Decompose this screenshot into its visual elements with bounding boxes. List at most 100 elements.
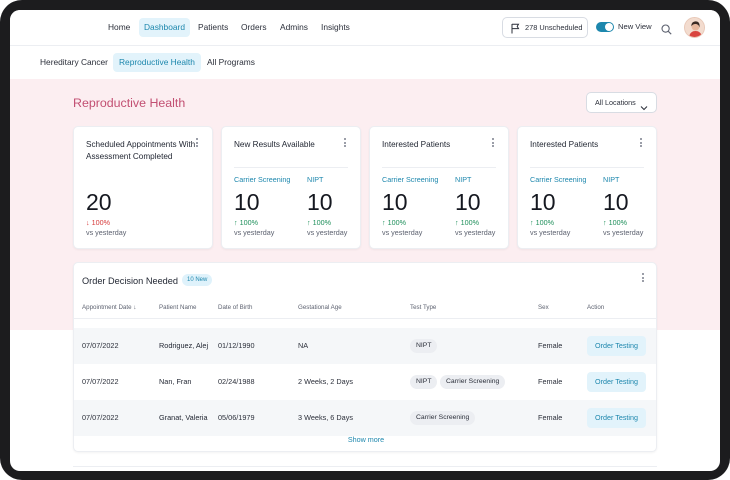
- card-title: Scheduled Appointments With Assessment C…: [86, 140, 196, 161]
- metric: Carrier Screening 10 ↑ 100% vs yesterday: [382, 175, 452, 238]
- column-header-appointment-date[interactable]: Appointment Date ↓: [82, 304, 136, 311]
- order-decision-card: Order Decision Needed 10 New Appointment…: [73, 262, 657, 452]
- cell-appointment-date: 07/07/2022: [82, 341, 119, 350]
- metric-label: Carrier Screening: [382, 175, 439, 184]
- metric-change: ↑ 100%: [455, 218, 479, 227]
- cell-gestational-age: 2 Weeks, 2 Days: [298, 377, 354, 386]
- more-vertical-icon[interactable]: [492, 138, 496, 149]
- metric-comparison: vs yesterday: [455, 228, 496, 237]
- metric-change: ↓ 100%: [86, 218, 110, 227]
- metric-label: [86, 175, 156, 185]
- metric-comparison: vs yesterday: [234, 228, 275, 237]
- stat-card-interested-patients-2: Interested Patients Carrier Screening 10…: [517, 126, 657, 249]
- metric-label: Carrier Screening: [234, 175, 291, 184]
- new-view-label: New View: [618, 22, 652, 31]
- cell-sex: Female: [538, 413, 563, 422]
- cell-sex: Female: [538, 341, 563, 350]
- flag-icon: [511, 22, 520, 41]
- metric-value: 10: [530, 189, 556, 215]
- tab-all-programs[interactable]: All Programs: [201, 53, 261, 72]
- unscheduled-button[interactable]: 278 Unscheduled: [502, 17, 588, 38]
- nav-patients[interactable]: Patients: [193, 18, 233, 37]
- card-title: Interested Patients: [382, 140, 451, 149]
- more-vertical-icon[interactable]: [344, 138, 348, 149]
- card-title: Interested Patients: [530, 140, 599, 149]
- divider: [73, 466, 657, 467]
- column-header-gestational-age: Gestational Age: [298, 304, 342, 311]
- app-screen: Home Dashboard Patients Orders Admins In…: [10, 10, 720, 471]
- page-title: Reproductive Health: [73, 96, 186, 110]
- column-header-patient-name: Patient Name: [159, 304, 197, 311]
- test-type-chip: NIPT: [410, 375, 438, 389]
- unscheduled-label: 278 Unscheduled: [525, 23, 583, 32]
- cell-dob: 05/06/1979: [218, 413, 255, 422]
- arrow-up-icon: ↑: [307, 218, 311, 227]
- table-header: Appointment Date ↓ Patient Name Date of …: [74, 299, 656, 319]
- arrow-up-icon: ↑: [455, 218, 459, 227]
- cell-patient-name[interactable]: Nan, Fran: [159, 364, 191, 400]
- metric-value: 10: [307, 189, 333, 215]
- column-header-dob: Date of Birth: [218, 304, 253, 311]
- divider: [234, 167, 348, 168]
- nav-orders[interactable]: Orders: [236, 18, 272, 37]
- order-testing-button[interactable]: Order Testing: [587, 408, 646, 428]
- cell-patient-name[interactable]: Rodriguez, Alej: [159, 328, 208, 364]
- new-view-toggle[interactable]: [596, 22, 614, 32]
- metric-value: 10: [603, 189, 629, 215]
- nav-home[interactable]: Home: [103, 18, 135, 37]
- metric-change: ↑ 100%: [234, 218, 258, 227]
- card-title: New Results Available: [234, 140, 315, 149]
- search-icon[interactable]: [661, 22, 672, 40]
- tab-hereditary-cancer[interactable]: Hereditary Cancer: [34, 53, 114, 72]
- cell-sex: Female: [538, 377, 563, 386]
- arrow-up-icon: ↑: [234, 218, 238, 227]
- nav-admins[interactable]: Admins: [275, 18, 313, 37]
- cell-appointment-date: 07/07/2022: [82, 377, 119, 386]
- nav-insights[interactable]: Insights: [316, 18, 355, 37]
- order-testing-button[interactable]: Order Testing: [587, 372, 646, 392]
- metric-comparison: vs yesterday: [307, 228, 348, 237]
- new-count-badge: 10 New: [182, 274, 213, 286]
- divider: [382, 167, 496, 168]
- more-vertical-icon[interactable]: [196, 138, 200, 149]
- stat-card-new-results: New Results Available Carrier Screening …: [221, 126, 361, 249]
- metric: NIPT 10 ↑ 100% vs yesterday: [307, 175, 377, 238]
- metric-change: ↑ 100%: [382, 218, 406, 227]
- nav-dashboard[interactable]: Dashboard: [139, 18, 190, 37]
- metric-value: 20: [86, 189, 112, 215]
- column-header-test-type: Test Type: [410, 304, 437, 311]
- table-row: 07/07/2022 Nan, Fran 02/24/1988 2 Weeks,…: [74, 364, 656, 400]
- cell-appointment-date: 07/07/2022: [82, 413, 119, 422]
- device-frame: Home Dashboard Patients Orders Admins In…: [0, 0, 730, 480]
- arrow-down-icon: ↓: [86, 218, 90, 227]
- cell-gestational-age: NA: [298, 341, 309, 350]
- chevron-down-icon: [640, 99, 648, 118]
- metric-change: ↑ 100%: [603, 218, 627, 227]
- more-vertical-icon[interactable]: [640, 138, 644, 149]
- metric-comparison: vs yesterday: [382, 228, 423, 237]
- metric-comparison: vs yesterday: [603, 228, 644, 237]
- column-header-action: Action: [587, 304, 605, 311]
- metric-label: NIPT: [455, 175, 472, 184]
- tab-reproductive-health[interactable]: Reproductive Health: [113, 53, 201, 72]
- user-avatar[interactable]: [684, 17, 705, 38]
- metric-value: 10: [382, 189, 408, 215]
- metric-comparison: vs yesterday: [530, 228, 571, 237]
- arrow-up-icon: ↑: [530, 218, 534, 227]
- table-row: 07/07/2022 Granat, Valeria 05/06/1979 3 …: [74, 400, 656, 436]
- test-type-chip: Carrier Screening: [440, 375, 506, 389]
- column-header-sex: Sex: [538, 304, 549, 311]
- cell-patient-name[interactable]: Granat, Valeria: [159, 400, 208, 436]
- metric-value: 10: [234, 189, 260, 215]
- program-tabs: Hereditary Cancer Reproductive Health Al…: [10, 46, 720, 79]
- metric-label: Carrier Screening: [530, 175, 587, 184]
- show-more-link[interactable]: Show more: [74, 435, 656, 444]
- metric: Carrier Screening 10 ↑ 100% vs yesterday: [530, 175, 600, 238]
- more-vertical-icon[interactable]: [642, 273, 646, 284]
- table-row: 07/07/2022 Rodriguez, Alej 01/12/1990 NA…: [74, 328, 656, 364]
- top-nav: Home Dashboard Patients Orders Admins In…: [10, 10, 720, 46]
- divider: [530, 167, 644, 168]
- order-testing-button[interactable]: Order Testing: [587, 336, 646, 356]
- test-type-chip: Carrier Screening: [410, 411, 476, 425]
- location-select[interactable]: All Locations: [586, 92, 657, 113]
